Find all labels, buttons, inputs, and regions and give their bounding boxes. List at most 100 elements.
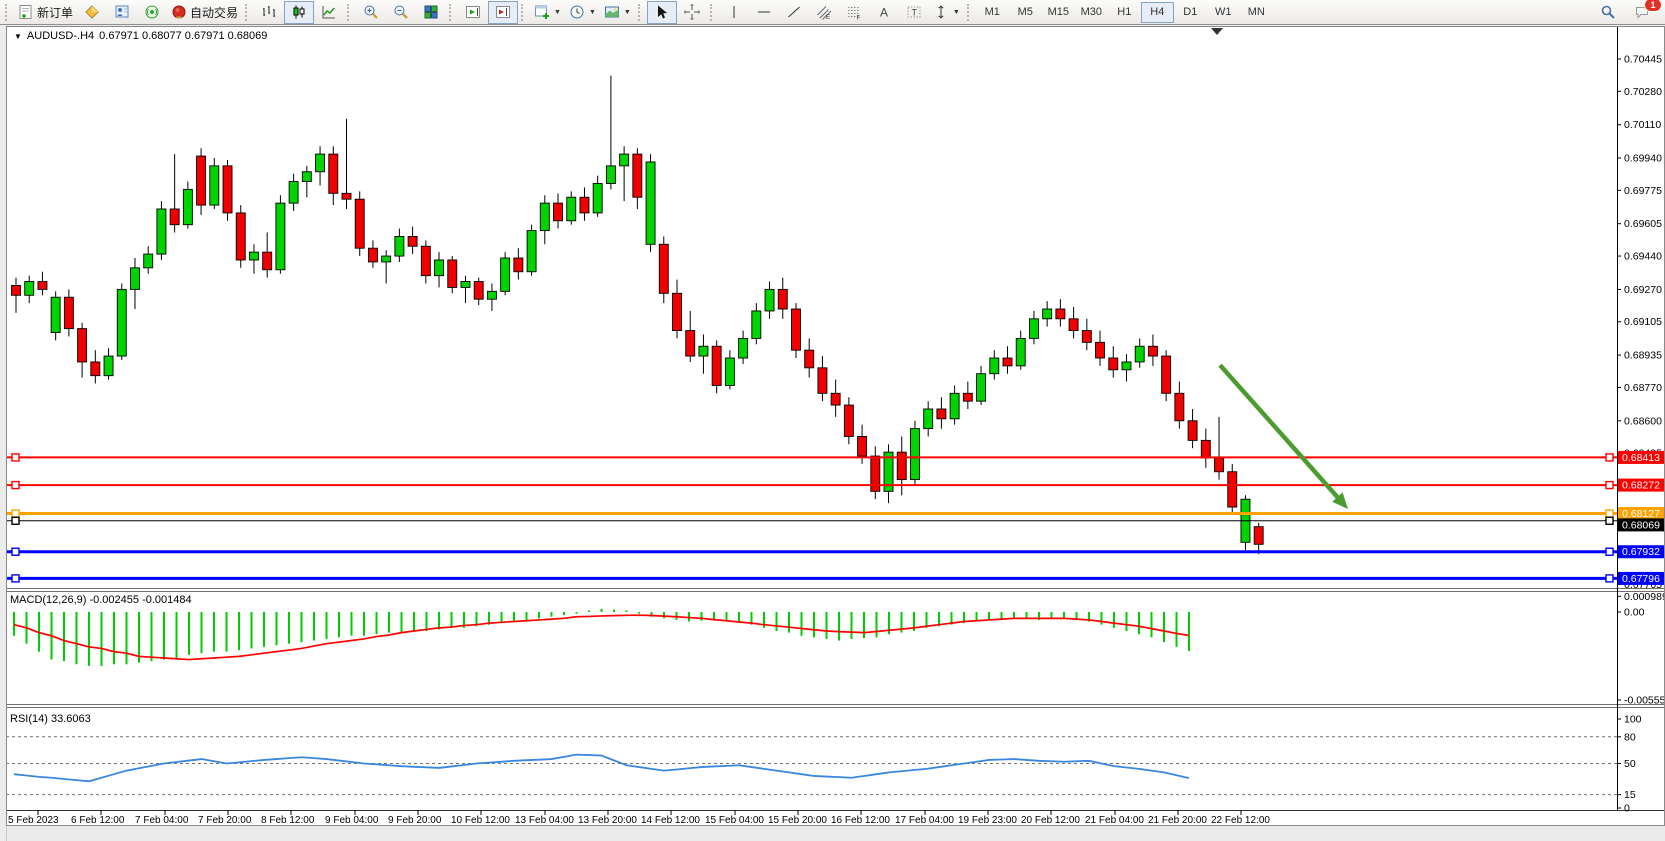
svg-text:F: F [856,16,860,21]
template-dropdown[interactable]: ▼ [600,1,635,24]
zoom-in-button[interactable] [356,1,386,24]
svg-text:0.68600: 0.68600 [1624,415,1662,427]
svg-text:7 Feb 20:00: 7 Feb 20:00 [198,815,252,826]
candlestick-chart-icon [291,4,307,20]
svg-text:21 Feb 04:00: 21 Feb 04:00 [1085,815,1144,826]
svg-text:0.68272: 0.68272 [1622,480,1660,492]
svg-text:50: 50 [1624,758,1636,770]
autotrade-button[interactable]: 自动交易 [167,1,242,24]
tile-windows-button[interactable] [416,1,446,24]
equidistant-channel-button[interactable]: E [809,1,839,24]
line-handle[interactable] [1606,517,1613,524]
toolbar-separator [449,4,454,21]
svg-text:10 Feb 12:00: 10 Feb 12:00 [451,815,510,826]
fibonacci-icon: F [846,4,862,20]
svg-text:0.69775: 0.69775 [1624,185,1662,197]
profile-button[interactable] [77,1,107,24]
svg-text:7 Feb 04:00: 7 Feb 04:00 [135,815,189,826]
timeframe-button-MN[interactable]: MN [1240,2,1273,23]
svg-text:15 Feb 20:00: 15 Feb 20:00 [768,815,827,826]
chart-shift-button[interactable] [488,1,518,24]
line-chart-icon [321,4,337,20]
data-window-button[interactable] [107,1,137,24]
new-order-label: 新订单 [37,4,73,21]
line-handle[interactable] [1606,575,1613,582]
new-order-button[interactable]: 新订单 [14,1,77,24]
line-handle[interactable] [12,575,19,582]
bar-chart-button[interactable] [254,1,284,24]
svg-text:8 Feb 12:00: 8 Feb 12:00 [261,815,315,826]
new-order-icon [18,4,34,20]
line-handle[interactable] [12,510,19,517]
line-handle[interactable] [12,482,19,489]
chevron-down-icon: ▼ [589,9,596,16]
chart-title: ▼ AUDUSD-.H4 0.67971 0.68077 0.67971 0.6… [14,30,267,42]
equidistant-channel-icon: E [816,4,832,20]
line-handle[interactable] [12,454,19,461]
svg-text:A: A [880,6,888,20]
svg-text:9 Feb 04:00: 9 Feb 04:00 [325,815,379,826]
svg-text:0: 0 [1624,803,1630,815]
line-handle[interactable] [12,548,19,555]
candlestick-chart-button[interactable] [284,1,314,24]
timeframe-button-M5[interactable]: M5 [1009,2,1042,23]
arrows-dropdown[interactable]: ▼ [929,1,964,24]
toolbar-separator [347,4,352,21]
new-chart-dropdown[interactable]: ▼ [530,1,565,24]
svg-text:0.67796: 0.67796 [1622,573,1660,585]
chevron-down-icon: ▼ [624,9,631,16]
data-window-icon [114,4,130,20]
zoom-in-icon [363,4,379,20]
text-label-button[interactable]: T [899,1,929,24]
timeframe-button-H1[interactable]: H1 [1108,2,1141,23]
line-handle[interactable] [1606,454,1613,461]
line-handle[interactable] [12,517,19,524]
line-handle[interactable] [1606,510,1613,517]
timeframe-button-D1[interactable]: D1 [1174,2,1207,23]
chat-button[interactable]: 1 [1627,1,1657,24]
svg-text:0.68127: 0.68127 [1622,508,1660,520]
horizontal-line-button[interactable] [749,1,779,24]
ohlc-values: 0.67971 0.68077 0.67971 0.68069 [99,30,267,42]
broadcast-button[interactable] [137,1,167,24]
text-button[interactable]: A [869,1,899,24]
text-icon: A [876,4,892,20]
timeframe-button-H4[interactable]: H4 [1141,2,1174,23]
zoom-out-button[interactable] [386,1,416,24]
timeframe-button-M30[interactable]: M30 [1075,2,1108,23]
svg-text:80: 80 [1624,731,1636,743]
rsi-indicator-label: RSI(14) 33.6063 [10,713,91,725]
cursor-button[interactable] [647,1,677,24]
timeframe-button-M1[interactable]: M1 [976,2,1009,23]
line-price-label: 0.67932 [1618,545,1665,558]
line-handle[interactable] [1606,482,1613,489]
line-handle[interactable] [1606,548,1613,555]
svg-text:0.69440: 0.69440 [1624,251,1662,263]
vertical-line-button[interactable] [719,1,749,24]
line-price-label: 0.68272 [1618,479,1665,492]
svg-text:0.68770: 0.68770 [1624,382,1662,394]
svg-text:0.000989: 0.000989 [1624,591,1665,603]
svg-text:9 Feb 20:00: 9 Feb 20:00 [388,815,442,826]
text-label-icon: T [906,4,922,20]
fibonacci-button[interactable]: F [839,1,869,24]
chart-canvas[interactable]: 0.704450.702800.701100.699400.697750.696… [6,26,1665,826]
tile-windows-icon [423,4,439,20]
chart-window[interactable]: 0.704450.702800.701100.699400.697750.696… [6,26,1665,826]
line-chart-button[interactable] [314,1,344,24]
svg-text:100: 100 [1624,714,1642,726]
search-button[interactable] [1593,1,1623,24]
svg-text:15: 15 [1624,789,1636,801]
svg-text:0.69605: 0.69605 [1624,218,1662,230]
scroll-to-end-button[interactable] [458,1,488,24]
periods-clock-icon [569,4,585,20]
crosshair-button[interactable] [677,1,707,24]
periods-dropdown[interactable]: ▼ [565,1,600,24]
trendline-button[interactable] [779,1,809,24]
timeframe-button-W1[interactable]: W1 [1207,2,1240,23]
timeframe-button-M15[interactable]: M15 [1042,2,1075,23]
crosshair-icon [684,4,700,20]
toolbar-separator [521,4,526,21]
search-icon [1600,4,1616,20]
svg-text:0.69940: 0.69940 [1624,153,1662,165]
